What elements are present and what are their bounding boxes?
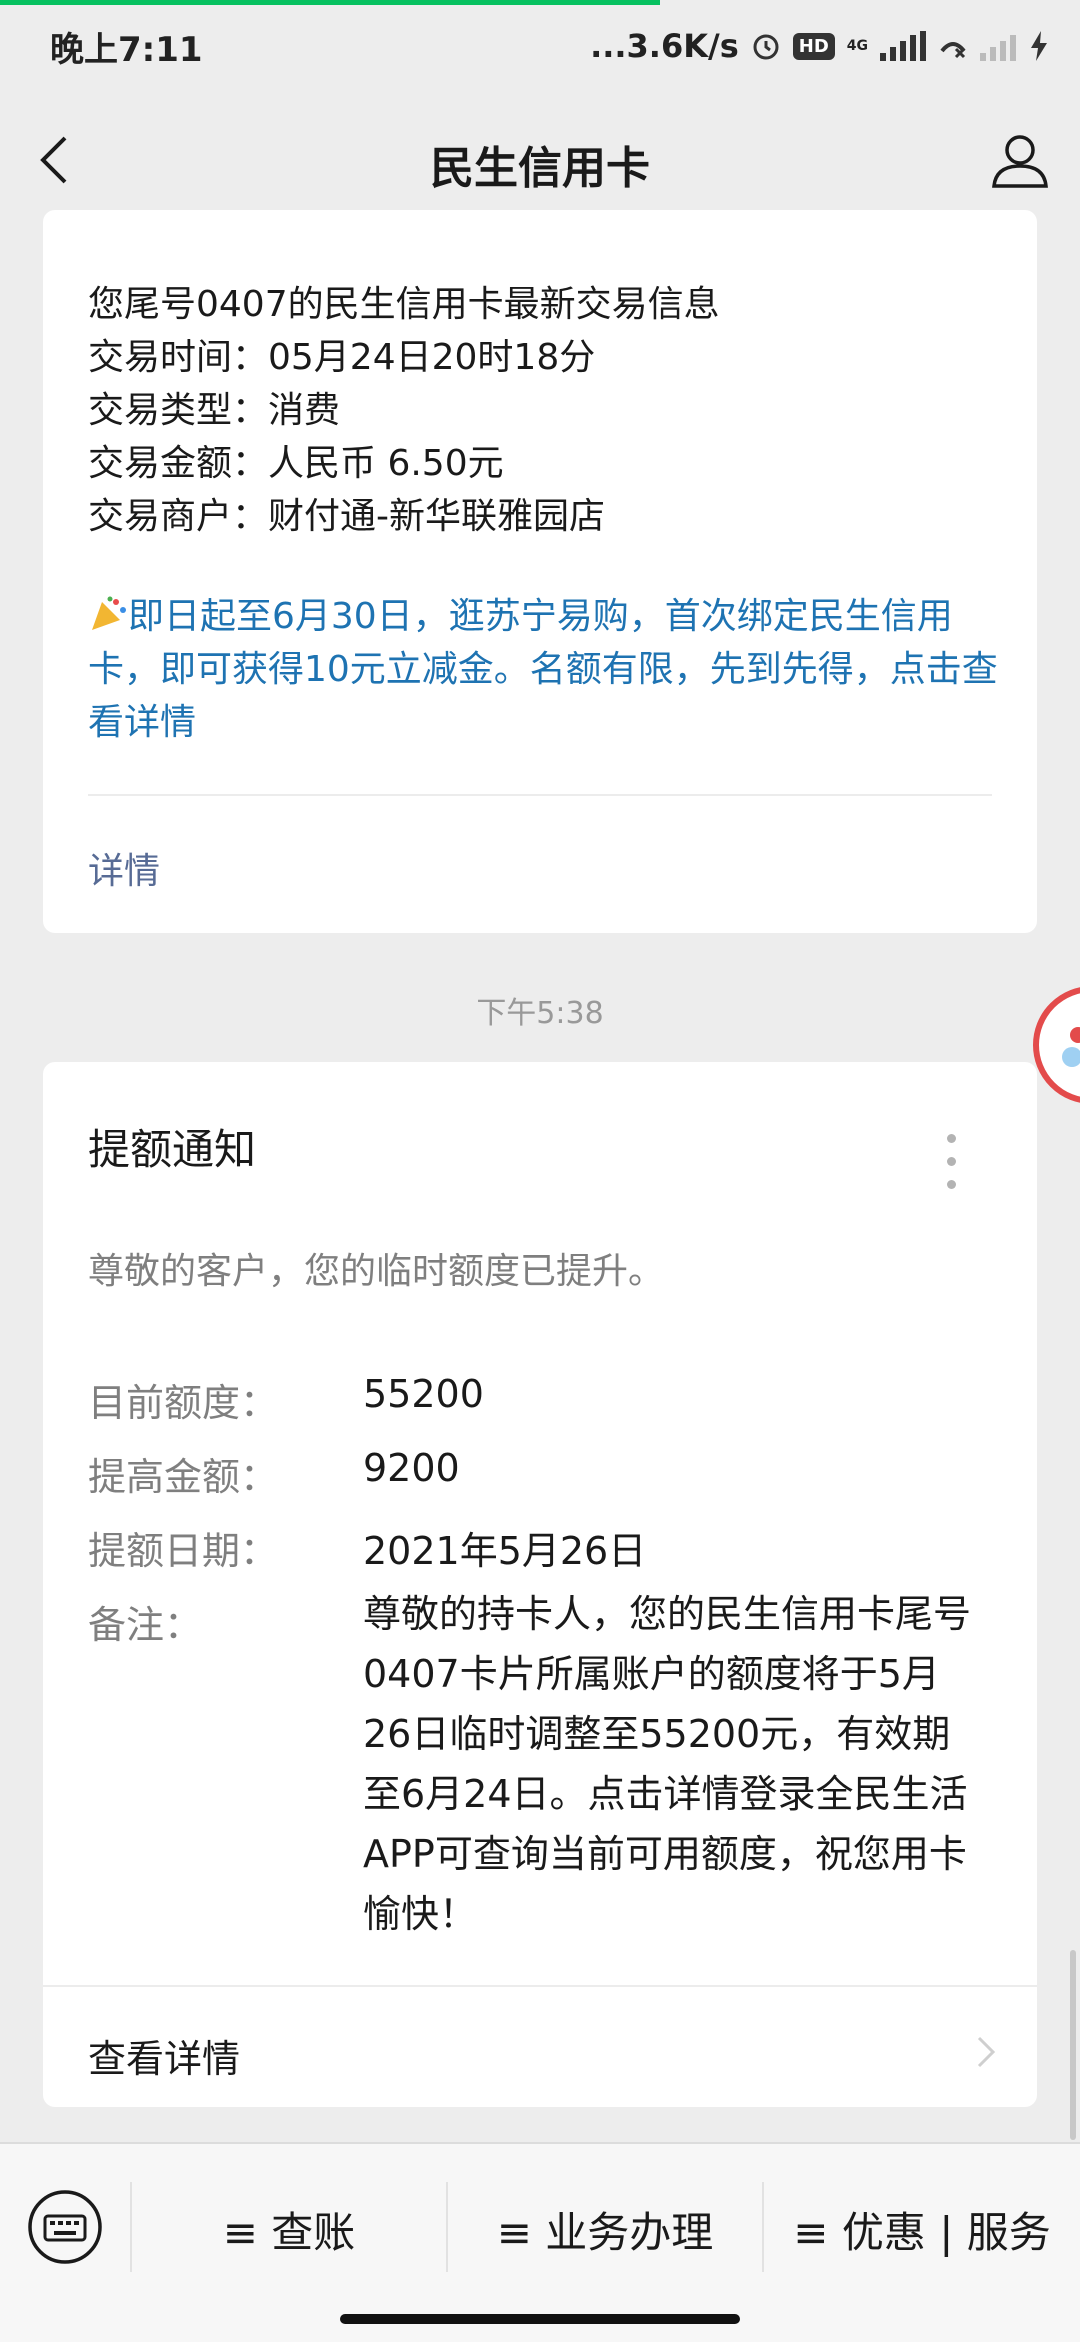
transaction-info: 您尾号0407的民生信用卡最新交易信息 交易时间：05月24日20时18分 交易… [88,284,720,537]
note-label: 备注： [88,1603,203,1647]
card-subtitle: 尊敬的客户，您的临时额度已提升。 [88,1251,665,1292]
network-type: 4G [846,38,868,54]
chevron-right-icon[interactable] [975,2034,997,2070]
net-speed: ...3.6K/s [590,27,739,65]
promo-link[interactable]: 即日起至6月30日，逛苏宁易购，首次绑定民生信用卡，即可获得10元立减金。名额有… [88,590,1003,749]
signal-off-icon [980,31,1016,61]
transaction-message-card: 您尾号0407的民生信用卡最新交易信息 交易时间：05月24日20时18分 交易… [43,210,1037,933]
party-emoji-icon [92,596,126,630]
bottom-menu-bar: ≡ 查账 ≡ 业务办理 ≡ 优惠 | 服务 [0,2142,1080,2342]
limit-notice-card: 提额通知 尊敬的客户，您的临时额度已提升。 目前额度： 55200 提高金额： … [43,1062,1037,2107]
signal-icon [880,31,926,61]
row-value: 9200 [363,1446,460,1490]
scrollbar[interactable] [1070,1950,1076,2140]
row-label: 目前额度： [88,1381,279,1425]
home-indicator[interactable] [340,2314,740,2324]
call-blocked-icon [940,42,966,59]
status-icons: ...3.6K/s HD 4G [590,22,1050,70]
status-bar: 晚上7:11 ...3.6K/s HD 4G [0,0,1080,92]
status-time: 晚上7:11 [50,30,203,70]
card-divider [43,1985,1037,1987]
user-profile-icon[interactable] [990,130,1050,190]
keyboard-icon[interactable] [26,2188,104,2266]
detail-link[interactable]: 详情 [88,842,160,894]
card-divider [88,794,992,796]
nav-bar: 民生信用卡 [0,92,1080,227]
more-vertical-icon[interactable] [945,1134,957,1194]
row-label: 提高金额： [88,1455,279,1499]
hd-badge: HD [792,32,835,60]
row-value: 2021年5月26日 [363,1529,647,1573]
card-title: 提额通知 [88,1125,257,1174]
alarm-icon [753,34,779,60]
row-value: 55200 [363,1372,484,1416]
page-title: 民生信用卡 [430,143,650,194]
message-timestamp: 下午5:38 [476,996,604,1031]
menu-offers-service[interactable]: ≡ 优惠 | 服务 [764,2192,1080,2267]
menu-check-bill[interactable]: ≡ 查账 [132,2192,446,2267]
promo-text: 即日起至6月30日，逛苏宁易购，首次绑定民生信用卡，即可获得10元立减金。名额有… [88,596,998,743]
battery-charging-icon [1031,31,1047,61]
floating-assistant-icon[interactable] [1030,975,1080,1115]
menu-business[interactable]: ≡ 业务办理 [448,2192,762,2267]
row-label: 提额日期： [88,1529,279,1573]
note-value: 尊敬的持卡人，您的民生信用卡尾号0407卡片所属账户的额度将于5月26日临时调整… [363,1592,972,1936]
view-details-link[interactable]: 查看详情 [88,2028,240,2083]
